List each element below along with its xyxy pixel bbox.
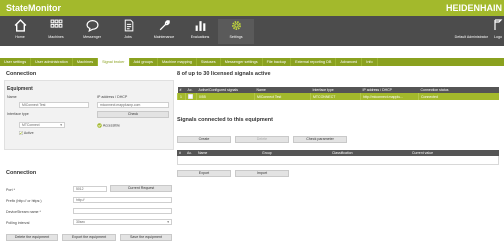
tab-external-reporting-db[interactable]: External reporting DB (291, 58, 337, 66)
table-cell: Connected (418, 93, 499, 100)
toolbar-machines-button[interactable]: Machines (38, 19, 74, 44)
device-stream-field[interactable] (73, 208, 172, 214)
interface-type-label: Interface type (7, 112, 29, 116)
ip-address-field[interactable]: miconnect.mapplusnp.com (97, 102, 169, 108)
tab-machine-mapping[interactable]: Machine mapping (158, 58, 197, 66)
tab-statuses[interactable]: Statuses (197, 58, 221, 66)
gear-icon (231, 21, 241, 30)
bar-chart-icon (195, 21, 205, 31)
toolbar-evaluations-button[interactable]: Evaluations (182, 19, 218, 44)
toolbar-home-button[interactable]: Home (2, 19, 38, 44)
check-parameter-button[interactable]: Check parameter (293, 136, 347, 143)
prefix-label: Prefix (http:// or https:) (6, 199, 42, 203)
connection-heading: Connection (6, 170, 37, 176)
tab-info[interactable]: Info (362, 58, 378, 66)
tab-add-groups[interactable]: Add groups (130, 58, 158, 66)
tab-machines[interactable]: Machines (73, 58, 99, 66)
wrench-icon (159, 20, 170, 31)
current-user-label: Default Administrator (454, 35, 488, 39)
active-checkbox[interactable]: Active (19, 131, 34, 136)
port-label: Port * (6, 188, 15, 192)
logout-icon (494, 19, 503, 30)
home-icon (14, 19, 26, 32)
delete-signal-button[interactable]: Delete (235, 136, 289, 143)
interface-type-select[interactable]: MTConnect ▾ (19, 122, 65, 128)
signals-connected-title: Signals connected to this equipment (177, 117, 273, 123)
checkbox-icon (188, 93, 193, 99)
toolbar-maintenance-button[interactable]: Maintenance (146, 19, 182, 44)
checkbox-icon (19, 131, 23, 136)
export-signals-button[interactable]: Export (177, 170, 231, 177)
create-signal-button[interactable]: Create (177, 136, 231, 143)
tab-user-administration[interactable]: User administration (31, 58, 73, 66)
tab-signal-broker[interactable]: Signal broker (98, 58, 130, 66)
export-equipment-button[interactable]: Export the equipment (62, 234, 116, 241)
app-title: StateMonitor (6, 3, 61, 13)
table-cell: MTCONNECT (310, 93, 361, 100)
tab-messenger-settings[interactable]: Messenger settings (221, 58, 263, 66)
toolbar-jobs-button[interactable]: Jobs (110, 19, 146, 44)
equipment-name-field[interactable]: MIConnect Test (19, 102, 89, 108)
delete-equipment-button[interactable]: Delete the equipment (6, 234, 58, 241)
equipment-table: # Ac. Active/Configured signals Name Int… (177, 87, 499, 100)
equipment-panel: Equipment Name IP address / DHCP MIConne… (4, 80, 174, 150)
polling-interval-select[interactable]: 30sec ▾ (73, 219, 172, 225)
tab-file-backup[interactable]: File backup (263, 58, 292, 66)
check-circle-icon (97, 123, 102, 128)
signals-table-body (177, 156, 499, 165)
equipment-name-label: Name (7, 95, 17, 99)
connection-panel-title: Connection (6, 71, 37, 77)
document-icon (124, 19, 133, 32)
settings-tabs: User settings User administration Machin… (0, 58, 504, 66)
logout-button[interactable]: Logo (492, 19, 504, 39)
main-toolbar: Home Machines Messenger Jobs Maintenance… (0, 16, 504, 46)
prefix-field[interactable]: http:// (73, 197, 172, 203)
table-row[interactable]: 1 0/55 MIConnect Test MTCONNECT http://m… (177, 93, 499, 100)
table-cell: 1 (177, 93, 186, 100)
table-cell[interactable] (185, 93, 197, 100)
table-cell: MIConnect Test (254, 93, 311, 100)
port-field[interactable]: 5012 (73, 186, 107, 192)
signals-summary-title: 8 of up to 30 licensed signals active (177, 71, 271, 77)
toolbar-settings-button[interactable]: Settings (218, 19, 254, 44)
table-cell: 0/55 (196, 93, 255, 100)
chevron-down-icon: ▾ (167, 220, 169, 224)
polling-interval-label: Polling interval (6, 221, 30, 225)
chevron-down-icon: ▾ (60, 123, 62, 127)
save-equipment-button[interactable]: Save the equipment (120, 234, 172, 241)
import-signals-button[interactable]: Import (235, 170, 289, 177)
tab-user-settings[interactable]: User settings (0, 58, 32, 66)
equipment-heading: Equipment (7, 86, 33, 92)
ip-address-label: IP address / DHCP (97, 95, 128, 99)
current-request-button[interactable]: Current Request (110, 185, 172, 192)
table-cell: http://miconnect.mapplu... (360, 93, 419, 100)
machines-grid-icon (50, 19, 62, 28)
chat-icon (85, 20, 99, 32)
toolbar-messenger-button[interactable]: Messenger (74, 19, 110, 44)
device-stream-label: DeviceStream name * (6, 210, 41, 214)
check-button[interactable]: Check (97, 111, 169, 118)
accessibility-status: Accessible (97, 123, 120, 128)
title-bar: StateMonitor HEIDENHAIN (0, 0, 504, 16)
tab-advanced[interactable]: Advanced (336, 58, 363, 66)
brand-logo: HEIDENHAIN (445, 3, 502, 13)
